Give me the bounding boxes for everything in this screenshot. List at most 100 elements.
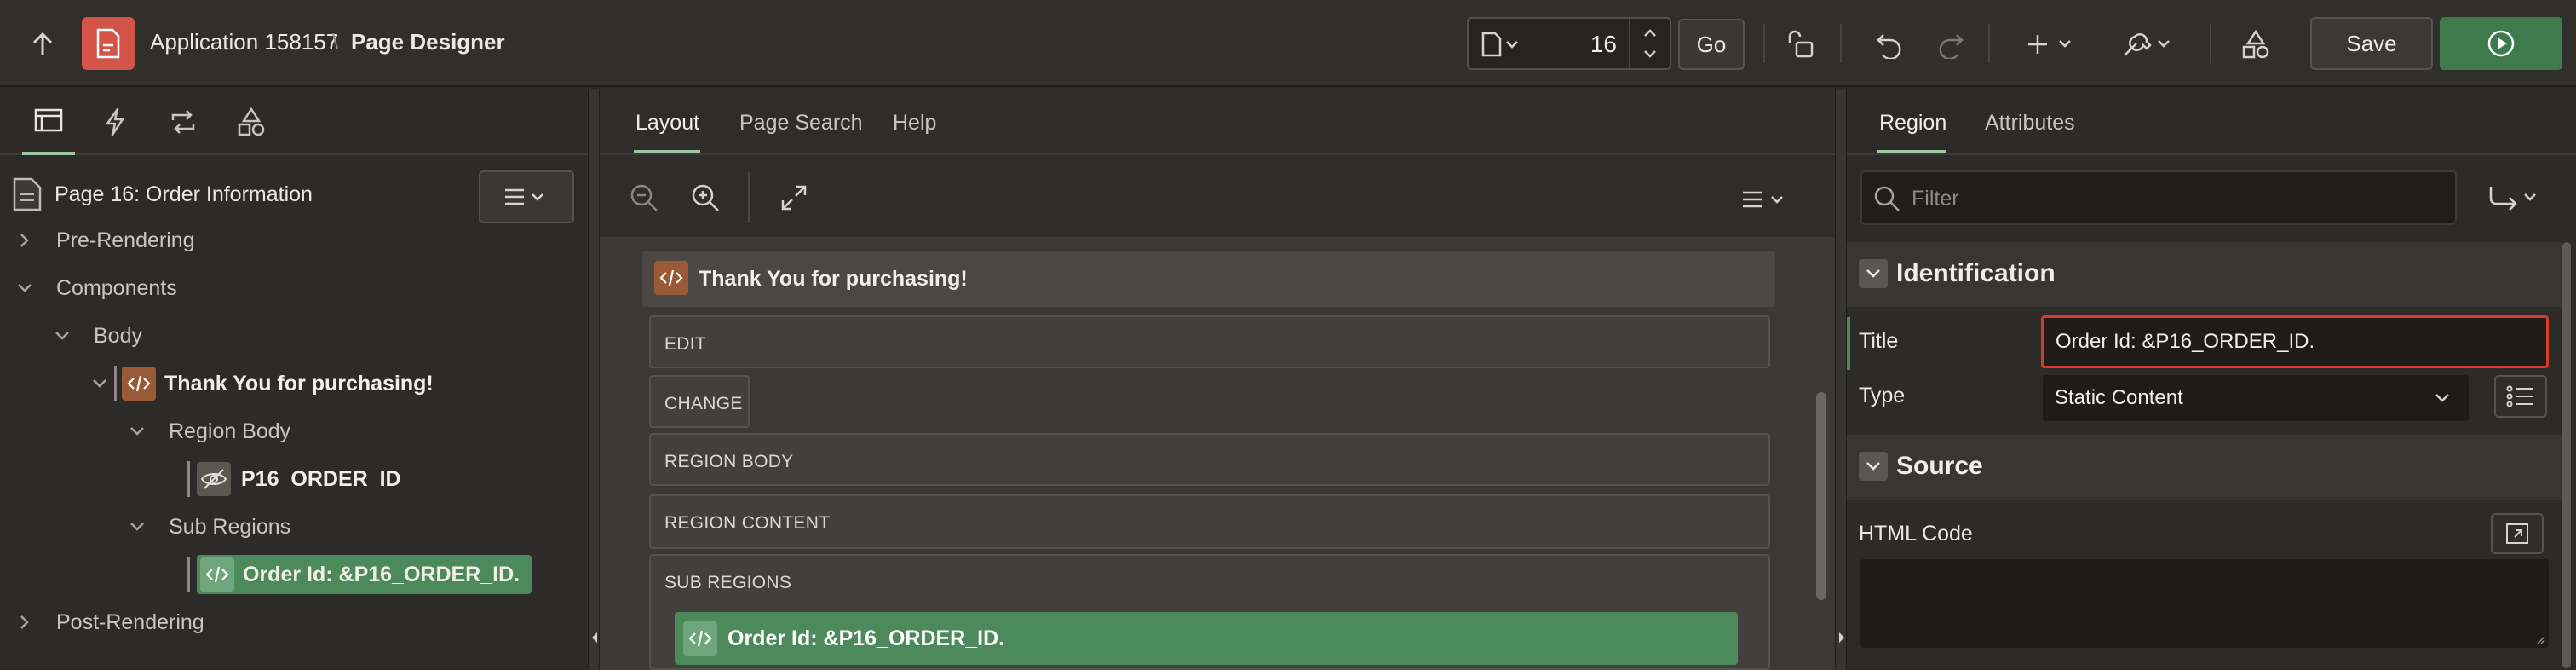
- chevron-down-icon[interactable]: [128, 517, 147, 536]
- chevron-down-icon: [2435, 394, 2449, 402]
- html-code-textarea[interactable]: [1860, 559, 2549, 648]
- zoom-in-icon[interactable]: [687, 179, 724, 217]
- collapse-left-icon[interactable]: [590, 631, 599, 644]
- page-selector[interactable]: 16: [1467, 17, 1671, 70]
- application-name-link[interactable]: Application 158157: [150, 29, 338, 55]
- save-button[interactable]: Save: [2310, 17, 2433, 70]
- create-menu-icon[interactable]: [2026, 26, 2080, 63]
- selected-node-highlight: Order Id: &P16_ORDER_ID.: [197, 555, 532, 594]
- page-number-stepper[interactable]: [1629, 19, 1670, 68]
- tree-label: Thank You for purchasing!: [164, 371, 434, 396]
- chevron-down-icon[interactable]: [128, 422, 147, 441]
- divider: [1763, 24, 1765, 63]
- position-region-content[interactable]: REGION CONTENT: [649, 494, 1770, 549]
- page-icon[interactable]: [1479, 29, 1525, 60]
- go-to-group-icon[interactable]: [2484, 179, 2544, 217]
- title-value: Order Id: &P16_ORDER_ID.: [2056, 330, 2315, 353]
- center-pane: Layout Page Search Help Thank You for pu…: [600, 89, 1835, 670]
- position-label: SUB REGIONS: [664, 573, 792, 592]
- tree-node-sub-regions[interactable]: Sub Regions: [128, 505, 290, 549]
- rendering-icon: [34, 108, 63, 132]
- chevron-down-icon[interactable]: [90, 374, 109, 393]
- type-list-button[interactable]: [2494, 375, 2547, 418]
- tree-node-region-body[interactable]: Region Body: [128, 409, 290, 453]
- search-icon: [1874, 186, 1900, 211]
- tree-node-body[interactable]: Body: [53, 314, 142, 358]
- title-input[interactable]: Order Id: &P16_ORDER_ID.: [2041, 315, 2549, 368]
- tab-rendering[interactable]: [22, 89, 75, 155]
- collapse-right-icon[interactable]: [1837, 631, 1846, 644]
- region-title: Thank You for purchasing!: [699, 267, 968, 291]
- lock-icon[interactable]: [1782, 26, 1820, 63]
- type-value: Static Content: [2055, 386, 2183, 409]
- expand-icon[interactable]: [775, 179, 813, 217]
- position-label: REGION CONTENT: [664, 513, 831, 533]
- code-icon: [683, 621, 717, 656]
- shared-components-icon[interactable]: [2237, 26, 2274, 63]
- tree-label: Post-Rendering: [56, 609, 204, 634]
- position-region-body[interactable]: REGION BODY: [649, 433, 1770, 486]
- left-splitter[interactable]: [588, 89, 600, 670]
- code-icon: [654, 261, 688, 295]
- tree-node-components[interactable]: Components: [15, 266, 177, 310]
- tree-node-pre-rendering[interactable]: Pre-Rendering: [15, 218, 195, 263]
- lightning-icon: [106, 107, 124, 136]
- arrow-up-icon[interactable]: [26, 27, 60, 61]
- type-select[interactable]: Static Content: [2043, 375, 2469, 421]
- run-button[interactable]: [2440, 17, 2562, 70]
- tab-help[interactable]: Help: [893, 111, 936, 136]
- undo-icon[interactable]: [1871, 26, 1908, 63]
- tab-layout[interactable]: Layout: [635, 111, 699, 136]
- tab-shared-components[interactable]: [225, 89, 278, 155]
- tree-node-post-rendering[interactable]: Post-Rendering: [15, 600, 204, 644]
- chevron-down-icon[interactable]: [1859, 452, 1888, 481]
- position-change[interactable]: CHANGE: [649, 375, 750, 428]
- zoom-out-icon[interactable]: [625, 179, 663, 217]
- tree-node-thank-you-region[interactable]: Thank You for purchasing!: [90, 361, 434, 406]
- filter-placeholder: Filter: [1912, 187, 1959, 211]
- tree-menu-button[interactable]: [479, 170, 574, 223]
- section-identification[interactable]: Identification: [1847, 242, 2562, 307]
- tree-label: P16_ORDER_ID: [241, 466, 401, 491]
- property-editor: Region Attributes Filter Identification …: [1847, 89, 2576, 670]
- tab-dynamic-actions[interactable]: [89, 89, 141, 155]
- resize-handle-icon[interactable]: [2535, 634, 2545, 644]
- chevron-right-icon[interactable]: [15, 231, 34, 250]
- tree-label: Order Id: &P16_ORDER_ID.: [243, 562, 520, 586]
- filter-input[interactable]: Filter: [1860, 170, 2457, 225]
- region-thank-you-header[interactable]: Thank You for purchasing!: [642, 251, 1775, 307]
- property-scrollbar[interactable]: [2562, 242, 2571, 668]
- page-number-input[interactable]: 16: [1590, 31, 1617, 58]
- tab-page-search[interactable]: Page Search: [739, 111, 863, 136]
- chevron-down-icon[interactable]: [53, 326, 72, 345]
- utilities-wrench-icon[interactable]: [2118, 26, 2177, 63]
- position-label: REGION BODY: [664, 452, 794, 471]
- go-button[interactable]: Go: [1678, 19, 1745, 70]
- chevron-down-icon[interactable]: [15, 279, 34, 297]
- open-code-editor-button[interactable]: [2491, 513, 2544, 554]
- center-pane-tabs: Layout Page Search Help: [600, 89, 1835, 155]
- left-pane: Page 16: Order Information Pre-Rendering…: [0, 89, 588, 670]
- canvas-scrollbar[interactable]: [1816, 392, 1826, 600]
- chevron-right-icon[interactable]: [15, 613, 34, 632]
- position-label: CHANGE: [664, 394, 743, 413]
- tree-node-order-region-selected[interactable]: Order Id: &P16_ORDER_ID.: [187, 552, 532, 597]
- html-code-label: HTML Code: [1859, 522, 1973, 546]
- tab-attributes[interactable]: Attributes: [1985, 111, 2075, 136]
- tab-processing[interactable]: [157, 89, 210, 155]
- tree-guide-line: [114, 366, 117, 401]
- tab-region[interactable]: Region: [1879, 111, 1946, 136]
- sub-region-order-id[interactable]: Order Id: &P16_ORDER_ID.: [675, 612, 1738, 665]
- application-icon[interactable]: [82, 17, 135, 70]
- top-toolbar: Application 158157 \ Page Designer 16 Go…: [0, 0, 2576, 87]
- tree-node-page[interactable]: Page 16: Order Information: [12, 172, 313, 217]
- tree-node-order-item[interactable]: P16_ORDER_ID: [187, 457, 401, 501]
- position-edit[interactable]: EDIT: [649, 315, 1770, 368]
- page-node-label: Page 16: Order Information: [55, 182, 313, 206]
- layout-menu-icon[interactable]: [1738, 182, 1792, 217]
- section-source[interactable]: Source: [1847, 435, 2562, 500]
- chevron-down-icon[interactable]: [1859, 259, 1888, 288]
- right-splitter[interactable]: [1835, 89, 1847, 670]
- open-editor-icon: [2506, 523, 2528, 544]
- redo-icon[interactable]: [1932, 26, 1969, 63]
